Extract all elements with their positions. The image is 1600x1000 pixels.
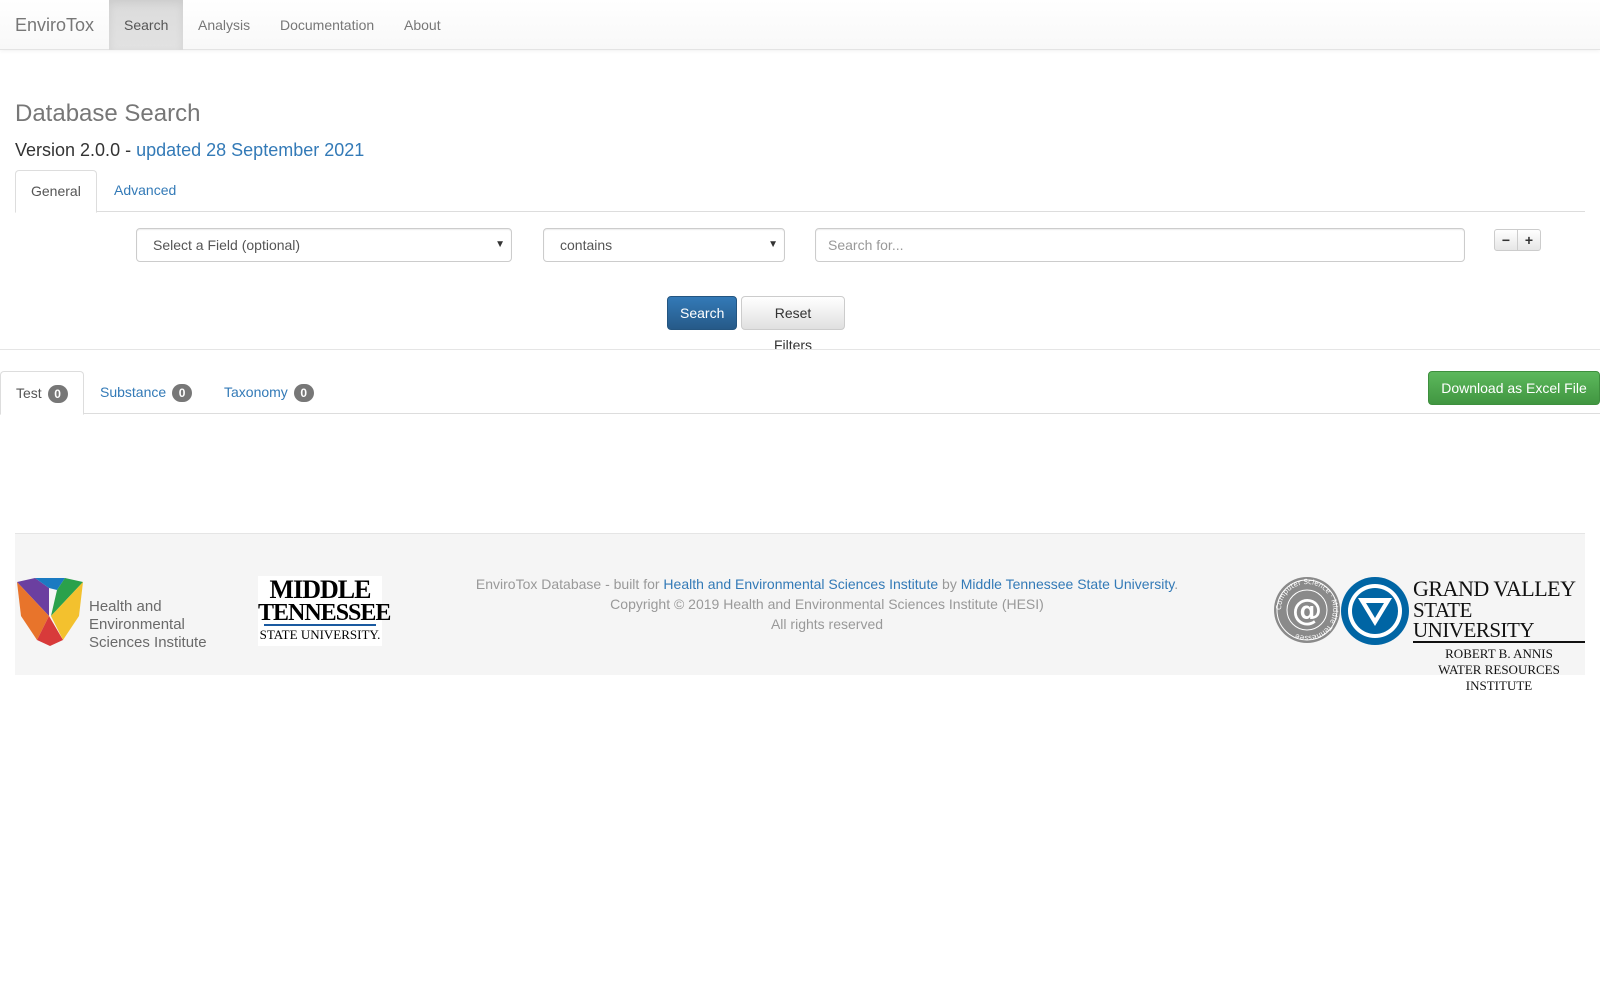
hesi-logo-line2: Sciences Institute <box>89 634 207 651</box>
gvsu-emblem-icon <box>1341 577 1409 645</box>
minus-icon: − <box>1501 232 1511 248</box>
brand-link[interactable]: EnviroTox <box>15 0 94 50</box>
page-title: Database Search <box>15 100 201 127</box>
tab-test[interactable]: Test 0 <box>0 371 84 415</box>
hesi-logo-line1: Health and Environmental <box>89 598 185 633</box>
footer-rights: All rights reserved <box>770 616 884 632</box>
hesi-logo[interactable]: Health and Environmental Sciences Instit… <box>15 576 260 651</box>
footer-period: . <box>1174 576 1179 592</box>
footer-by: by <box>938 576 961 592</box>
tab-substance[interactable]: Substance 0 <box>85 371 207 414</box>
search-button[interactable]: Search <box>667 296 737 330</box>
footer-built-line: EnviroTox Database - built for Health an… <box>427 574 1227 594</box>
chevron-down-icon: ▼ <box>495 239 505 250</box>
gvsu-line4: WATER RESOURCES INSTITUTE <box>1438 662 1560 693</box>
search-input[interactable] <box>815 228 1465 262</box>
gvsu-line2: STATE UNIVERSITY <box>1413 600 1585 643</box>
divider <box>0 349 1600 350</box>
tab-advanced[interactable]: Advanced <box>99 170 191 212</box>
result-tabs: Test 0 Substance 0 Taxonomy 0 <box>0 371 1600 415</box>
gvsu-logo-text: GRAND VALLEY STATE UNIVERSITY ROBERT B. … <box>1413 578 1585 694</box>
footer-built-prefix: EnviroTox Database - built for <box>475 576 664 592</box>
hesi-logo-text: Health and Environmental Sciences Instit… <box>89 598 260 652</box>
nav-about[interactable]: About <box>389 0 456 50</box>
svg-text:@: @ <box>1292 593 1322 628</box>
count-badge: 0 <box>47 385 68 404</box>
nav-analysis[interactable]: Analysis <box>183 0 265 50</box>
tab-test-label: Test <box>16 385 42 401</box>
tab-taxonomy[interactable]: Taxonomy 0 <box>209 371 329 414</box>
footer-copyright: Copyright © 2019 Health and Environmenta… <box>610 596 1044 612</box>
tab-taxonomy-label: Taxonomy <box>224 384 288 400</box>
footer-credits: EnviroTox Database - built for Health an… <box>427 574 1227 634</box>
at-sign-seal-icon: Computer Science · Middle Tennessee @ <box>1274 577 1340 643</box>
mtsu-link[interactable]: Middle Tennessee State University <box>961 576 1174 592</box>
gvsu-logo[interactable] <box>1340 576 1410 646</box>
tab-substance-label: Substance <box>100 384 167 400</box>
mtsu-logo-swoosh <box>264 624 376 626</box>
count-badge: 0 <box>293 384 314 403</box>
version-updated-link[interactable]: updated 28 September 2021 <box>136 140 364 160</box>
field-select[interactable]: Select a Field (optional) ▼ <box>136 228 512 262</box>
download-excel-button[interactable]: Download as Excel File <box>1428 371 1600 405</box>
operator-select[interactable]: contains ▼ <box>543 228 785 262</box>
top-navbar: EnviroTox Search Analysis Documentation … <box>0 0 1600 50</box>
add-filter-button[interactable]: + <box>1517 229 1541 251</box>
search-mode-tabs: General Advanced <box>15 170 1585 213</box>
footer: Health and Environmental Sciences Instit… <box>15 533 1585 693</box>
mtsu-logo[interactable]: MIDDLE TENNESSEE STATE UNIVERSITY. <box>258 575 391 646</box>
gvsu-line1: GRAND VALLEY <box>1413 576 1576 601</box>
remove-filter-button[interactable]: − <box>1494 229 1518 251</box>
operator-select-value: contains <box>560 237 613 253</box>
mtsu-logo-line1: MIDDLE <box>269 575 372 604</box>
computer-science-seal[interactable]: Computer Science · Middle Tennessee @ <box>1273 576 1341 644</box>
hesi-shield-icon <box>17 578 83 646</box>
gvsu-line3: ROBERT B. ANNIS <box>1445 646 1553 661</box>
mtsu-logo-line3: STATE UNIVERSITY. <box>259 627 381 642</box>
version-text: Version 2.0.0 - <box>15 140 137 160</box>
nav-search[interactable]: Search <box>109 0 184 50</box>
hesi-link[interactable]: Health and Environmental Sciences Instit… <box>663 576 938 592</box>
reset-filters-button[interactable]: Reset Filters <box>741 296 845 353</box>
version-line: Version 2.0.0 - updated 28 September 202… <box>15 137 364 163</box>
field-select-value: Select a Field (optional) <box>153 237 301 253</box>
chevron-down-icon: ▼ <box>768 239 778 250</box>
count-badge: 0 <box>172 384 193 403</box>
mtsu-logo-line2: TENNESSEE <box>258 600 391 626</box>
nav-documentation[interactable]: Documentation <box>265 0 389 50</box>
plus-icon: + <box>1524 232 1534 248</box>
tab-general[interactable]: General <box>15 170 97 213</box>
